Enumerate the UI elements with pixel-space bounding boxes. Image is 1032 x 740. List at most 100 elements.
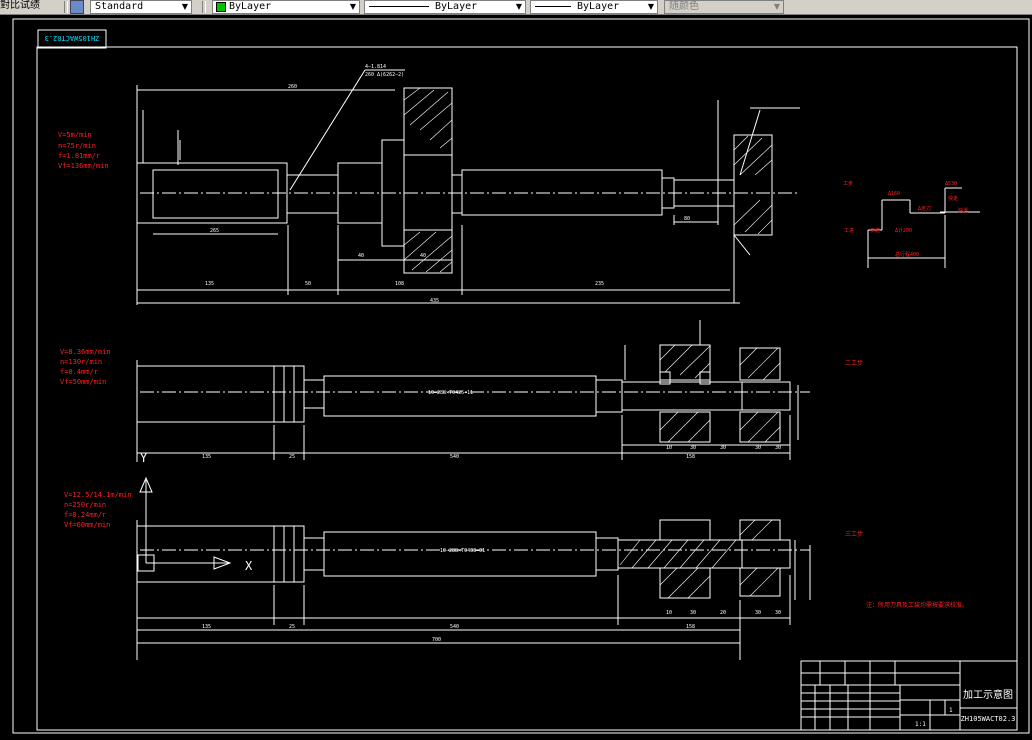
dim-s2: 30 <box>690 610 696 616</box>
note1: 4—1.814 <box>365 64 386 70</box>
chevron-down-icon: ▼ <box>773 2 780 11</box>
text-style-dropdown[interactable]: Standard ▼ <box>90 0 192 14</box>
drawing-title: 加工示意图 <box>963 688 1013 701</box>
dim-right: 80 <box>684 216 690 222</box>
param-f: f=0.24mm/r <box>64 511 106 519</box>
section3-params: V=12.5/14.1m/min n=250r/min f=0.24mm/r V… <box>64 491 131 529</box>
section3-dims: 135 25 540 158 700 10—288×T0433—01 10 30… <box>202 548 781 643</box>
toolbar-separator <box>202 1 206 13</box>
dim-d2: 25 <box>289 454 295 460</box>
linetype-dropdown[interactable]: ByLayer ▼ <box>364 0 526 14</box>
dim-total: 700 <box>432 637 441 643</box>
process-label: Δ530 <box>945 181 957 187</box>
process-diagram-1-labels: 工步 Δ160 Δ530 Δ走刀 快走 工进 快进 Δ计200 快退 总行程40… <box>843 181 968 258</box>
lineweight-value: ByLayer <box>577 1 620 12</box>
plotstyle-dropdown[interactable]: 随颜色 ▼ <box>664 0 784 14</box>
param-f: f=1.81mm/r <box>58 152 100 160</box>
dim-d3: 540 <box>450 454 459 460</box>
process-label: Δ走刀 <box>918 206 931 212</box>
linetype-value: ByLayer <box>435 1 478 12</box>
dim-d2: 50 <box>305 281 311 287</box>
dim-d2: 25 <box>289 624 295 630</box>
y-axis-label: Y <box>140 451 148 465</box>
drawing-canvas[interactable]: ZH105WACT02.3 V=5m/min n=75r/min f=1.81m… <box>0 14 1032 736</box>
dim-inner: 265 <box>210 228 219 234</box>
dim-d4: 158 <box>686 454 695 460</box>
cad-drawing[interactable]: ZH105WACT02.3 V=5m/min n=75r/min f=1.81m… <box>0 14 1032 736</box>
param-v: V=5m/min <box>58 131 92 139</box>
param-n: n=250r/min <box>64 501 106 509</box>
process-label: 快走 <box>948 195 958 202</box>
param-vf: Vf=60mm/min <box>64 521 110 529</box>
param-f: f=0.4mm/r <box>60 368 98 376</box>
dim-label-a: 40 <box>358 253 364 259</box>
param-vf: Vf=50mm/min <box>60 378 106 386</box>
process-label: 快退 <box>958 207 968 214</box>
chevron-down-icon: ▼ <box>349 2 356 11</box>
dim-d1: 135 <box>202 454 211 460</box>
step-label-3: 三工步 <box>845 530 863 538</box>
drawing-code: ZH105WACT02.3 <box>961 715 1016 723</box>
process-label: Δ160 <box>888 191 900 197</box>
dim-total: 435 <box>430 298 439 304</box>
dim-s5: 30 <box>775 445 781 451</box>
param-n: n=130r/min <box>60 358 102 366</box>
dim-label-b: 40 <box>420 253 426 259</box>
dim-s1: 10 <box>666 610 672 616</box>
text-style-value: Standard <box>95 1 144 12</box>
dim-s2: 30 <box>690 445 696 451</box>
stamp-mirrored-text: ZH105WACT02.3 <box>45 34 100 42</box>
process-label: 快进 <box>870 227 880 234</box>
dim-d1: 135 <box>202 624 211 630</box>
spline-spec: 10—288×T0425—11 <box>428 390 473 396</box>
tooling-note: 注：所用刀具及工装均需按要求校准。 <box>866 601 968 609</box>
param-v: V=8.36mm/min <box>60 348 111 356</box>
linetype-sample-icon <box>369 6 429 7</box>
drawing-sheet: 1 <box>949 707 953 714</box>
chevron-down-icon: ▼ <box>181 2 188 11</box>
dim-d4: 158 <box>686 624 695 630</box>
chevron-down-icon: ▼ <box>515 2 522 11</box>
step-label-2: 二工步 <box>845 359 863 367</box>
chevron-down-icon: ▼ <box>647 2 654 11</box>
section2-dims: 135 25 540 158 10—288×T0425—11 10 30 30 … <box>202 390 781 460</box>
param-vf: Vf=136mm/min <box>58 162 109 170</box>
dim-s3: 30 <box>720 445 726 451</box>
dim-s4: 30 <box>755 610 761 616</box>
dim-s5: 30 <box>775 610 781 616</box>
ucs-axes-icon <box>137 476 232 572</box>
dim-d4: 235 <box>595 281 604 287</box>
process-label: 工进 <box>844 227 854 234</box>
param-v: V=12.5/14.1m/min <box>64 491 131 499</box>
workspace-label[interactable]: 對比试绩 <box>0 0 40 13</box>
param-n: n=75r/min <box>58 142 96 150</box>
section2-params: V=8.36mm/min n=130r/min f=0.4mm/r Vf=50m… <box>60 348 111 386</box>
plotstyle-value: 随颜色 <box>669 1 699 12</box>
lineweight-sample-icon <box>535 6 571 7</box>
inner-frame <box>36 46 1018 731</box>
color-value: ByLayer <box>229 1 272 12</box>
properties-toolbar: 對比试绩 Standard ▼ ByLayer ▼ ByLayer ▼ ByLa… <box>0 0 1032 15</box>
x-axis-label: X <box>245 559 253 573</box>
dim-s4: 30 <box>755 445 761 451</box>
lineweight-dropdown[interactable]: ByLayer ▼ <box>530 0 658 14</box>
color-swatch-icon <box>216 2 226 12</box>
process-label: Δ计200 <box>895 227 912 234</box>
section2-hatching <box>659 344 781 443</box>
dim-s1: 10 <box>666 445 672 451</box>
toolbar-separator <box>64 1 68 13</box>
spline-spec: 10—288×T0433—01 <box>440 548 485 554</box>
section2-geometry <box>136 320 810 462</box>
dim-d3: 540 <box>450 624 459 630</box>
note2: 260 Δ(6262—2) <box>365 72 404 78</box>
color-dropdown[interactable]: ByLayer ▼ <box>212 0 360 14</box>
section1-geometry <box>136 69 800 305</box>
drawing-scale: 1:1 <box>915 721 926 728</box>
section3-hatching <box>619 519 779 599</box>
dim-top: 260 <box>288 84 297 90</box>
text-style-icon[interactable] <box>70 0 84 14</box>
dim-d1: 135 <box>205 281 214 287</box>
dim-s3: 20 <box>720 610 726 616</box>
dim-d3: 108 <box>395 281 404 287</box>
process-label: 工步 <box>843 181 853 187</box>
